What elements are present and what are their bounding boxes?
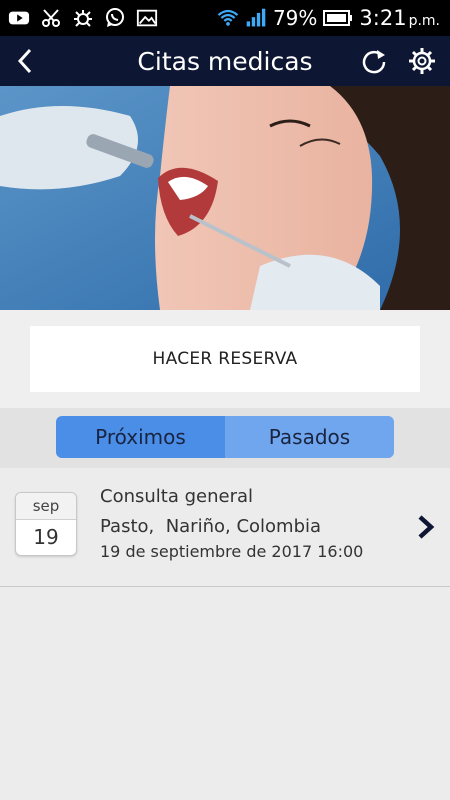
gear-icon	[409, 48, 435, 74]
signal-icon	[245, 7, 267, 29]
refresh-button[interactable]	[358, 45, 390, 77]
settings-button[interactable]	[406, 45, 438, 77]
list-item[interactable]: sep 19 Consulta general Pasto, Nariño, C…	[0, 468, 450, 587]
bug-icon	[72, 7, 94, 29]
chevron-right-icon[interactable]	[414, 512, 438, 542]
appointment-datetime: 19 de septiembre de 2017 16:00	[100, 542, 364, 561]
make-reservation-button[interactable]: HACER RESERVA	[30, 326, 420, 392]
clock-time: 3:21	[359, 6, 407, 30]
appointment-list: sep 19 Consulta general Pasto, Nariño, C…	[0, 468, 450, 587]
scissors-icon	[40, 7, 62, 29]
appointment-title: Consulta general	[100, 486, 253, 507]
tab-pasados[interactable]: Pasados	[225, 416, 394, 458]
back-button[interactable]	[0, 36, 50, 86]
clock-ampm: p.m.	[408, 13, 440, 29]
status-notification-icons	[0, 7, 158, 29]
youtube-icon	[8, 7, 30, 29]
date-day: 19	[33, 525, 59, 549]
date-month: sep	[16, 493, 76, 520]
whatsapp-icon	[104, 7, 126, 29]
battery-percentage: 79%	[272, 6, 318, 30]
status-system-area: 79% 3:21 p.m.	[217, 6, 450, 30]
appointment-location: Pasto, Nariño, Colombia	[100, 516, 322, 537]
hero-image	[0, 86, 450, 310]
back-arrow-icon	[17, 48, 32, 74]
tabs-section: Próximos Pasados	[0, 408, 450, 468]
wifi-icon	[217, 7, 239, 29]
date-badge: sep 19	[15, 492, 77, 556]
app-bar: Citas medicas	[0, 36, 450, 86]
battery-icon	[323, 7, 353, 29]
reserve-section: HACER RESERVA	[0, 310, 450, 408]
tab-proximos[interactable]: Próximos	[56, 416, 225, 458]
dentist-photo	[0, 86, 450, 310]
refresh-icon	[362, 50, 386, 74]
segmented-tabs: Próximos Pasados	[56, 416, 394, 458]
image-icon	[136, 7, 158, 29]
status-bar: 79% 3:21 p.m.	[0, 0, 450, 36]
